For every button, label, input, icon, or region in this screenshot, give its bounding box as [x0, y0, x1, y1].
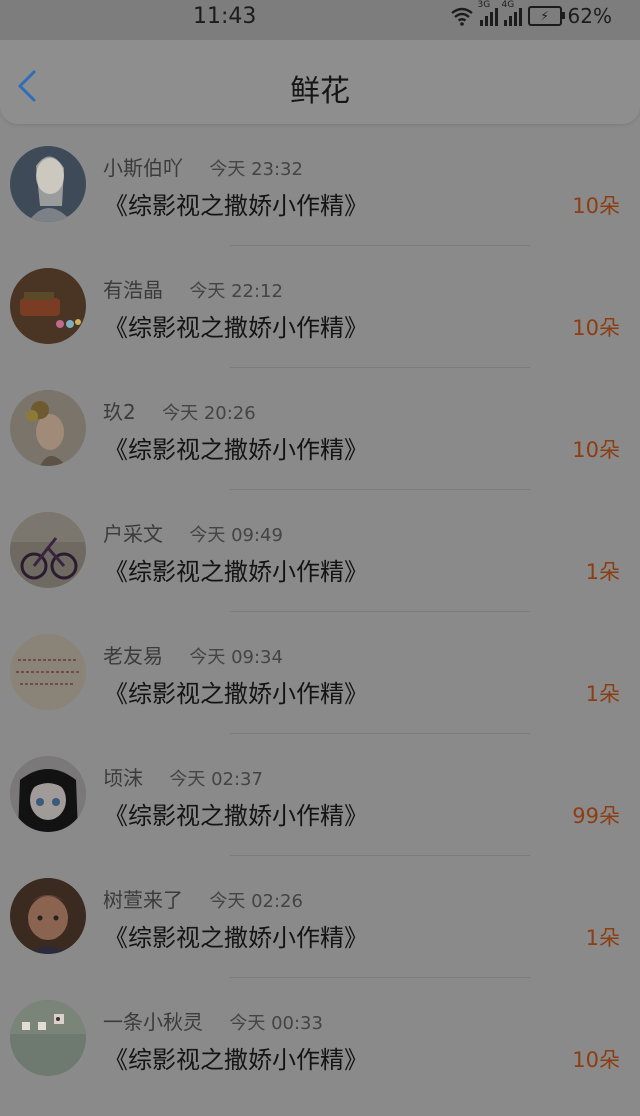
flower-count: 10朵 — [572, 1048, 620, 1072]
user-name-row: 有浩晶 今天 22:12 — [103, 274, 283, 303]
avatar[interactable] — [10, 146, 86, 222]
flower-count: 99朵 — [572, 804, 620, 828]
list-item[interactable]: 户采文 今天 09:49 《综影视之撒娇小作精》 1朵 — [0, 490, 640, 612]
book-title: 《综影视之撒娇小作精》 — [104, 924, 368, 952]
book-title: 《综影视之撒娇小作精》 — [104, 802, 368, 830]
battery-icon: ⚡ — [527, 6, 565, 26]
user-name-row: 一条小秋灵 今天 00:33 — [103, 1006, 323, 1035]
timestamp: 今天 00:33 — [229, 1013, 323, 1034]
book-title: 《综影视之撒娇小作精》 — [104, 1046, 368, 1074]
flower-count: 10朵 — [572, 316, 620, 340]
book-title: 《综影视之撒娇小作精》 — [104, 192, 368, 220]
battery-level: 62% — [567, 4, 612, 28]
user-name: 树萱来了 — [103, 888, 183, 912]
list-item[interactable]: 老友易 今天 09:34 《综影视之撒娇小作精》 1朵 — [0, 612, 640, 734]
timestamp: 今天 09:49 — [189, 525, 283, 546]
list-item[interactable]: 有浩晶 今天 22:12 《综影视之撒娇小作精》 10朵 — [0, 246, 640, 368]
user-name-row: 户采文 今天 09:49 — [103, 518, 283, 547]
page-title: 鲜花 — [290, 74, 350, 109]
user-name: 玖2 — [103, 400, 136, 424]
user-name: 老友易 — [103, 644, 163, 668]
user-name: 一条小秋灵 — [103, 1010, 203, 1034]
list-item[interactable]: 树萱来了 今天 02:26 《综影视之撒娇小作精》 1朵 — [0, 856, 640, 978]
user-name-row: 老友易 今天 09:34 — [103, 640, 283, 669]
flower-count: 10朵 — [572, 438, 620, 462]
avatar[interactable] — [10, 878, 86, 954]
timestamp: 今天 02:26 — [209, 891, 303, 912]
status-icons: 3G 4G ⚡ 62% — [450, 0, 612, 28]
book-title: 《综影视之撒娇小作精》 — [104, 558, 368, 586]
user-name: 户采文 — [103, 522, 163, 546]
book-title: 《综影视之撒娇小作精》 — [104, 680, 368, 708]
timestamp: 今天 20:26 — [162, 403, 256, 424]
list-item[interactable]: 小斯伯吖 今天 23:32 《综影视之撒娇小作精》 10朵 — [0, 124, 640, 246]
book-title: 《综影视之撒娇小作精》 — [104, 314, 368, 342]
book-title: 《综影视之撒娇小作精》 — [104, 436, 368, 464]
list-item[interactable]: 玖2 今天 20:26 《综影视之撒娇小作精》 10朵 — [0, 368, 640, 490]
wifi-icon — [450, 7, 473, 26]
user-name-row: 玖2 今天 20:26 — [103, 396, 256, 425]
flower-count: 1朵 — [585, 926, 620, 950]
user-name: 顷沫 — [103, 766, 143, 790]
user-name: 有浩晶 — [103, 278, 163, 302]
timestamp: 今天 02:37 — [169, 769, 263, 790]
list-item[interactable]: 一条小秋灵 今天 00:33 《综影视之撒娇小作精》 10朵 — [0, 978, 640, 1100]
app-header: 鲜花 — [0, 40, 640, 124]
avatar[interactable] — [10, 390, 86, 466]
flower-count: 1朵 — [585, 682, 620, 706]
user-name-row: 树萱来了 今天 02:26 — [103, 884, 303, 913]
signal-3g-icon: 3G — [478, 0, 498, 26]
status-time: 11:43 — [193, 4, 257, 29]
flower-count: 1朵 — [585, 560, 620, 584]
avatar[interactable] — [10, 634, 86, 710]
avatar[interactable] — [10, 1000, 86, 1076]
avatar[interactable] — [10, 268, 86, 344]
timestamp: 今天 22:12 — [189, 281, 283, 302]
user-name-row: 顷沫 今天 02:37 — [103, 762, 263, 791]
signal-4g-icon: 4G — [502, 0, 522, 26]
user-name: 小斯伯吖 — [103, 156, 183, 180]
avatar[interactable] — [10, 756, 86, 832]
user-name-row: 小斯伯吖 今天 23:32 — [103, 152, 303, 181]
timestamp: 今天 23:32 — [209, 159, 303, 180]
timestamp: 今天 09:34 — [189, 647, 283, 668]
status-bar: 11:43 3G 4G ⚡ 62% — [0, 0, 640, 40]
gift-list: 小斯伯吖 今天 23:32 《综影视之撒娇小作精》 10朵 有浩晶 今天 22:… — [0, 124, 640, 1100]
flower-count: 10朵 — [572, 194, 620, 218]
list-item[interactable]: 顷沫 今天 02:37 《综影视之撒娇小作精》 99朵 — [0, 734, 640, 856]
avatar[interactable] — [10, 512, 86, 588]
